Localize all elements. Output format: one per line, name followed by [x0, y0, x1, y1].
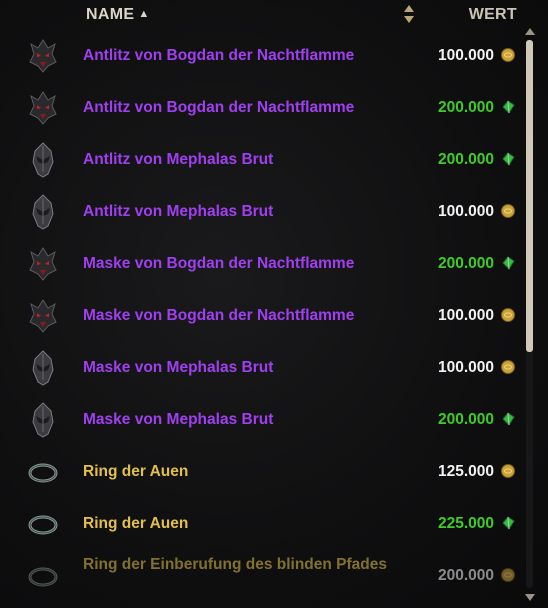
- item-name: Maske von Bogdan der Nachtflamme: [83, 307, 355, 324]
- mephala-helm-icon: [26, 350, 60, 386]
- item-row[interactable]: Ring der Auen 125.000: [0, 446, 520, 498]
- item-row[interactable]: Maske von Bogdan der Nachtflamme 100.000: [0, 290, 520, 342]
- item-price: 200.000: [437, 151, 494, 168]
- scrollbar[interactable]: [523, 28, 537, 606]
- item-row[interactable]: Antlitz von Bogdan der Nachtflamme 200.00…: [0, 82, 520, 134]
- bogdan-helm-icon: [26, 298, 60, 334]
- gold-coin-icon: [500, 567, 516, 583]
- crown-gem-icon: [500, 99, 516, 115]
- ring-icon: [26, 558, 60, 594]
- item-row[interactable]: Ring der Einberufung des blinden Pfades 2…: [0, 550, 520, 602]
- gold-coin-icon: [500, 307, 516, 323]
- item-price: 200.000: [437, 255, 494, 272]
- gold-coin-icon: [500, 47, 516, 63]
- bogdan-helm-icon: [26, 246, 60, 282]
- item-row[interactable]: Antlitz von Mephalas Brut 100.000: [0, 186, 520, 238]
- item-row[interactable]: Maske von Bogdan der Nachtflamme 200.000: [0, 238, 520, 290]
- ring-icon: [26, 454, 60, 490]
- scroll-down-arrow-icon[interactable]: [525, 594, 535, 601]
- item-name: Antlitz von Mephalas Brut: [83, 151, 274, 168]
- item-row[interactable]: Ring der Auen 225.000: [0, 498, 520, 550]
- scroll-thumb[interactable]: [526, 40, 533, 352]
- item-price: 200.000: [437, 411, 494, 428]
- scroll-up-arrow-icon[interactable]: [525, 28, 535, 35]
- item-name: Ring der Einberufung des blinden Pfades: [83, 556, 387, 573]
- store-list-window: NAME ▲ WERT Antlitz von Bogdan der Nachtf…: [0, 0, 548, 608]
- value-column-header[interactable]: WERT: [469, 6, 517, 24]
- item-row[interactable]: Maske von Mephalas Brut 200.000: [0, 394, 520, 446]
- item-name: Antlitz von Bogdan der Nachtflamme: [83, 99, 355, 116]
- item-name: Ring der Auen: [83, 515, 189, 532]
- item-name: Antlitz von Mephalas Brut: [83, 203, 274, 220]
- mephala-helm-icon: [26, 142, 60, 178]
- item-price: 225.000: [437, 515, 494, 532]
- gold-coin-icon: [500, 203, 516, 219]
- value-header-label: WERT: [468, 6, 517, 23]
- item-price: 125.000: [437, 463, 494, 480]
- list-header: NAME ▲ WERT: [0, 0, 548, 30]
- item-price: 100.000: [437, 307, 494, 324]
- item-list: Antlitz von Bogdan der Nachtflamme 100.00…: [0, 30, 520, 608]
- sort-ascending-icon: ▲: [138, 8, 150, 20]
- item-price: 200.000: [437, 99, 494, 116]
- item-price: 100.000: [437, 47, 494, 64]
- crown-gem-icon: [500, 411, 516, 427]
- crown-gem-icon: [500, 515, 516, 531]
- ring-icon: [26, 506, 60, 542]
- item-price: 100.000: [437, 359, 494, 376]
- item-price: 200.000: [437, 567, 494, 584]
- gold-coin-icon: [500, 463, 516, 479]
- name-header-label: NAME: [86, 6, 135, 23]
- crown-gem-icon: [500, 151, 516, 167]
- item-name: Antlitz von Bogdan der Nachtflamme: [83, 47, 355, 64]
- item-name: Maske von Mephalas Brut: [83, 411, 274, 428]
- item-name: Ring der Auen: [83, 463, 189, 480]
- gold-coin-icon: [500, 359, 516, 375]
- item-row[interactable]: Antlitz von Mephalas Brut 200.000: [0, 134, 520, 186]
- item-name: Maske von Bogdan der Nachtflamme: [83, 255, 355, 272]
- mephala-helm-icon: [26, 402, 60, 438]
- bogdan-helm-icon: [26, 38, 60, 74]
- item-price: 100.000: [437, 203, 494, 220]
- crown-gem-icon: [500, 255, 516, 271]
- mephala-helm-icon: [26, 194, 60, 230]
- bogdan-helm-icon: [26, 90, 60, 126]
- item-row[interactable]: Maske von Mephalas Brut 100.000: [0, 342, 520, 394]
- item-row[interactable]: Antlitz von Bogdan der Nachtflamme 100.00…: [0, 30, 520, 82]
- item-name: Maske von Mephalas Brut: [83, 359, 274, 376]
- sort-toggle-icon[interactable]: [402, 3, 416, 25]
- name-column-header[interactable]: NAME ▲: [86, 6, 150, 24]
